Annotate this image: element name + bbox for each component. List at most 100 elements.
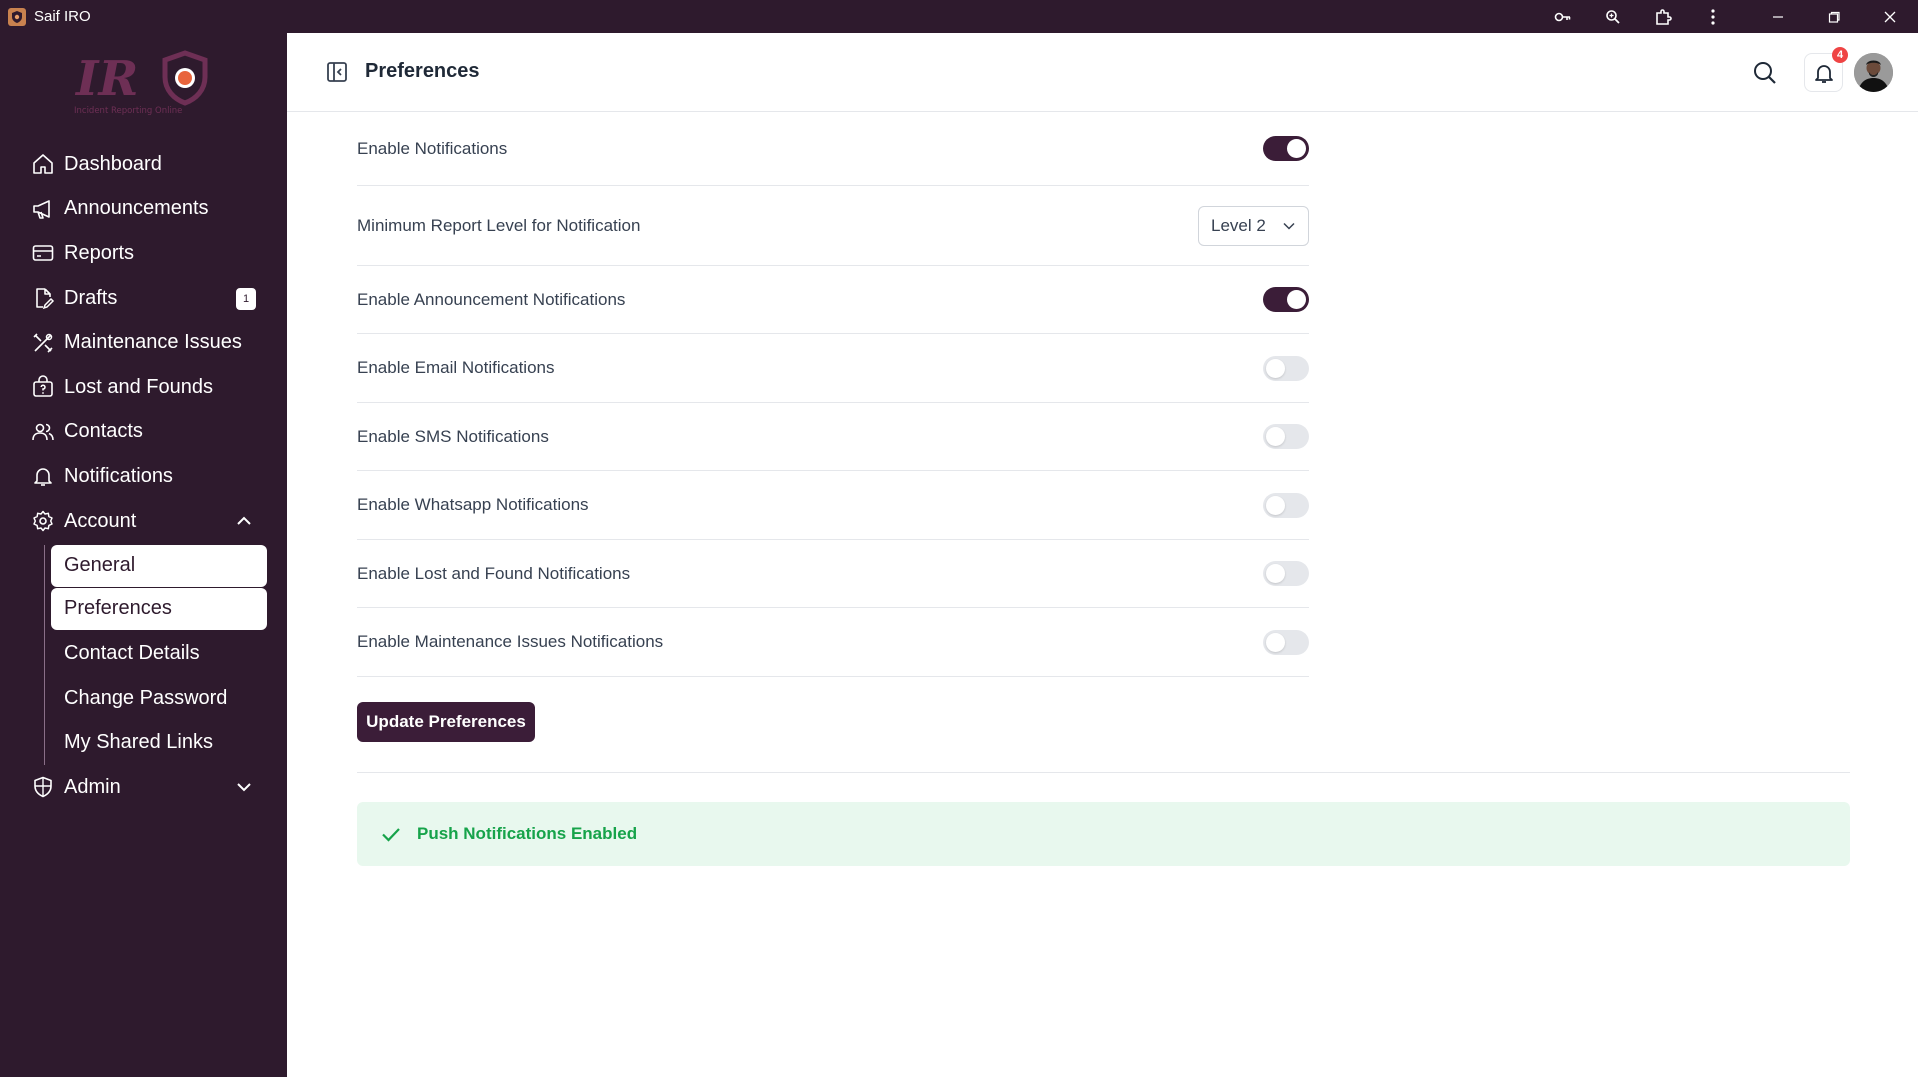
sidebar-item-maintenance-issues[interactable]: Maintenance Issues [30, 320, 270, 365]
logo-tagline: Incident Reporting Online [74, 106, 182, 116]
page-header: Preferences 4 [287, 33, 1918, 112]
restore-button[interactable] [1806, 0, 1862, 33]
setting-row-lost-found-notifications: Enable Lost and Found Notifications [357, 540, 1309, 608]
more-menu-icon[interactable] [1688, 0, 1738, 33]
setting-row-announcement-notifications: Enable Announcement Notifications [357, 266, 1309, 334]
draft-icon [30, 285, 56, 311]
chevron-down-icon [1283, 222, 1295, 230]
sidebar-toggle-icon[interactable] [325, 60, 349, 84]
sidebar-item-label: Reports [64, 241, 135, 264]
alert-text: Push Notifications Enabled [417, 824, 638, 843]
sidebar-item-label: Dashboard [64, 152, 162, 175]
sidebar-item-label: Notifications [64, 464, 173, 487]
sms-notifications-toggle[interactable] [1263, 424, 1309, 449]
sidebar-item-drafts[interactable]: Drafts 1 [30, 276, 270, 321]
subnav-item-preferences[interactable]: Preferences [51, 587, 267, 630]
megaphone-icon [30, 196, 56, 222]
zoom-icon[interactable] [1588, 0, 1638, 33]
sidebar-item-announcements[interactable]: Announcements [30, 187, 270, 232]
chevron-up-icon[interactable] [234, 511, 254, 531]
whatsapp-notifications-toggle[interactable] [1263, 492, 1309, 518]
bag-question-icon [30, 374, 56, 400]
report-level-select[interactable]: Level 2 [1198, 205, 1309, 246]
close-window-button[interactable] [1862, 0, 1918, 33]
gear-icon [30, 508, 56, 534]
minimize-button[interactable] [1750, 0, 1806, 33]
shield-icon [30, 774, 56, 800]
setting-label: Minimum Report Level for Notification [357, 215, 641, 235]
setting-row-minimum-report-level: Minimum Report Level for Notification Le… [357, 186, 1309, 266]
drafts-count-badge: 1 [236, 287, 256, 310]
check-icon [382, 828, 400, 842]
sidebar-nav: Dashboard Announcements Reports Drafts 1 [30, 142, 270, 810]
select-value: Level 2 [1211, 215, 1266, 235]
preferences-form: Enable Notifications Minimum Report Leve… [357, 112, 1309, 677]
subnav-item-general[interactable]: General [51, 544, 267, 587]
sidebar-item-label: Maintenance Issues [64, 331, 242, 354]
setting-row-email-notifications: Enable Email Notifications [357, 334, 1309, 403]
subnav-item-label: Preferences [64, 597, 172, 620]
users-icon [30, 419, 56, 445]
setting-row-whatsapp-notifications: Enable Whatsapp Notifications [357, 471, 1309, 540]
setting-row-sms-notifications: Enable SMS Notifications [357, 403, 1309, 471]
bell-icon [30, 463, 56, 489]
subnav-item-label: Change Password [64, 686, 228, 709]
logo-letters: IR [74, 51, 138, 107]
update-preferences-button[interactable]: Update Preferences [357, 702, 535, 742]
setting-label: Enable Notifications [357, 138, 508, 158]
sidebar-item-label: Account [64, 509, 137, 532]
subnav-item-label: Contact Details [64, 642, 200, 665]
setting-label: Enable Lost and Found Notifications [357, 563, 631, 583]
chevron-down-icon[interactable] [234, 777, 254, 797]
iro-logo[interactable]: IR Incident Reporting Online [72, 47, 222, 117]
subnav-item-change-password[interactable]: Change Password [51, 676, 267, 721]
subnav-item-label: General [64, 554, 136, 577]
main-content: Preferences 4 Enable Notifications Minim… [287, 33, 1918, 1077]
window-title: Saif IRO [34, 8, 91, 25]
divider [357, 772, 1850, 773]
home-icon [30, 151, 56, 177]
subnav-item-contact-details[interactable]: Contact Details [51, 631, 267, 676]
sidebar-item-label: Announcements [64, 197, 209, 220]
page-title: Preferences [365, 60, 480, 82]
sidebar-item-lost-and-founds[interactable]: Lost and Founds [30, 365, 270, 410]
sidebar: IR Incident Reporting Online Dashboard A… [0, 33, 287, 1077]
sidebar-item-contacts[interactable]: Contacts [30, 410, 270, 455]
bell-icon [1814, 64, 1833, 83]
extensions-icon[interactable] [1638, 0, 1688, 33]
sidebar-item-notifications[interactable]: Notifications [30, 454, 270, 499]
enable-notifications-toggle[interactable] [1263, 136, 1309, 161]
setting-row-enable-notifications: Enable Notifications [357, 112, 1309, 186]
setting-label: Enable Whatsapp Notifications [357, 495, 589, 514]
search-icon[interactable] [1751, 59, 1779, 87]
sidebar-item-admin[interactable]: Admin [30, 765, 270, 810]
card-icon [30, 240, 56, 266]
setting-label: Enable SMS Notifications [357, 426, 549, 446]
subnav-item-label: My Shared Links [64, 731, 213, 754]
sidebar-item-label: Admin [64, 775, 121, 798]
push-status-alert: Push Notifications Enabled [357, 802, 1850, 866]
email-notifications-toggle[interactable] [1263, 355, 1309, 381]
sidebar-item-label: Lost and Founds [64, 375, 213, 398]
tools-icon [30, 330, 56, 356]
sidebar-item-label: Contacts [64, 420, 143, 443]
subnav-item-my-shared-links[interactable]: My Shared Links [51, 720, 267, 765]
maintenance-notifications-toggle[interactable] [1263, 629, 1309, 655]
setting-row-maintenance-notifications: Enable Maintenance Issues Notifications [357, 608, 1309, 677]
notifications-button[interactable]: 4 [1804, 47, 1848, 92]
avatar[interactable] [1854, 53, 1893, 92]
setting-label: Enable Email Notifications [357, 358, 555, 377]
sidebar-item-label: Drafts [64, 286, 118, 309]
lost-found-notifications-toggle[interactable] [1263, 561, 1309, 586]
setting-label: Enable Maintenance Issues Notifications [357, 632, 664, 651]
window-titlebar: Saif IRO [0, 0, 1918, 33]
notification-count-badge: 4 [1832, 47, 1848, 63]
sidebar-item-account[interactable]: Account [30, 499, 270, 544]
account-subnav: General Preferences Contact Details Chan… [44, 544, 270, 766]
sidebar-item-dashboard[interactable]: Dashboard [30, 142, 270, 187]
app-icon [8, 7, 26, 26]
setting-label: Enable Announcement Notifications [357, 289, 626, 309]
announcement-notifications-toggle[interactable] [1263, 287, 1309, 312]
password-key-icon[interactable] [1538, 0, 1588, 33]
sidebar-item-reports[interactable]: Reports [30, 231, 270, 276]
